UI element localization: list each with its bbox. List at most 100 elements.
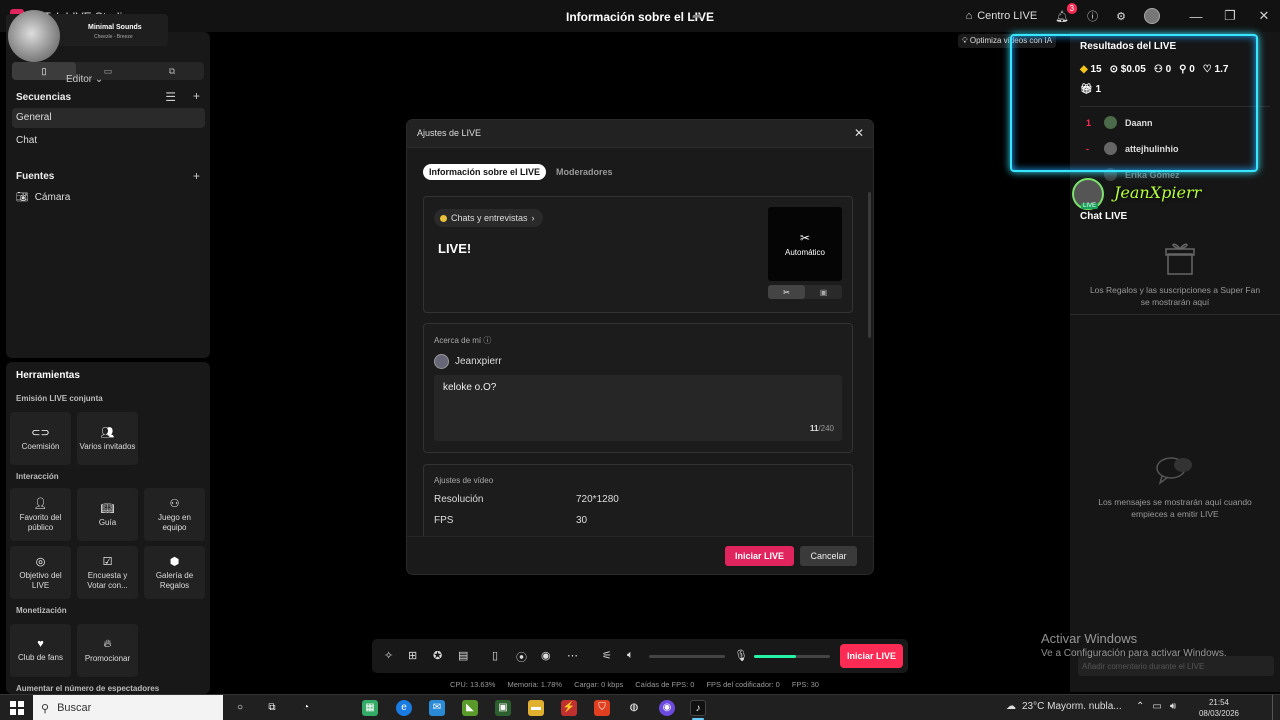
tool-guide[interactable]: 📖︎ Guía [77, 488, 138, 541]
game-app-icon[interactable]: ▣ [495, 700, 511, 716]
tool-multi-guest[interactable]: 👥︎ Varios invitados [77, 412, 138, 465]
nvidia-app-icon[interactable]: ◣ [462, 700, 478, 716]
close-icon[interactable]: ✕ [854, 126, 864, 140]
source-item-camera[interactable]: 📷︎ Cámara [16, 192, 70, 203]
fps-value[interactable]: 30 [576, 515, 587, 526]
ranking-row[interactable]: Erika Gómez [1086, 168, 1180, 181]
dialog-scrollbar[interactable] [868, 192, 871, 338]
maximize-button[interactable]: ❐ [1214, 8, 1246, 24]
tool-poll[interactable]: ☑ Encuesta y Votar con... [77, 546, 138, 599]
start-live-button[interactable]: Iniciar LIVE [840, 644, 903, 668]
category-icon [440, 214, 447, 222]
weather-widget[interactable]: ☁ 23°C Mayorm. nubla... [1006, 701, 1122, 712]
tab-live-info[interactable]: Información sobre el LIVE [423, 164, 547, 180]
add-source-button[interactable]: + [193, 169, 200, 183]
network-icon[interactable]: ▭ [1152, 701, 1161, 712]
bio-textarea[interactable]: keloke o.O? 11/240 [434, 375, 842, 441]
taskbar-search[interactable]: ⚲ Buscar [33, 695, 223, 720]
file-explorer-icon[interactable]: ▬ [528, 700, 544, 716]
ranking-row[interactable]: 1 Daann [1086, 116, 1153, 129]
ranking-row[interactable]: - attejhulinhio [1086, 142, 1179, 155]
target-icon: ◎ [35, 555, 46, 568]
sequence-item-chat[interactable]: Chat [12, 131, 205, 151]
centro-live-button[interactable]: ⌂ Centro LIVE [966, 10, 1038, 22]
auto-cover-button[interactable]: ✂ [768, 285, 805, 299]
sequence-item-general[interactable]: General [12, 108, 205, 128]
speedometer-app-icon[interactable]: ◔ [298, 700, 314, 716]
mail-app-icon[interactable]: ✉ [429, 700, 445, 716]
cover-thumbnail[interactable]: ✂ Automático [768, 207, 842, 281]
live-title-input[interactable]: LIVE! [438, 241, 471, 256]
minimize-button[interactable]: — [1180, 9, 1212, 24]
volume-icon[interactable]: 🔊︎ [1170, 701, 1176, 712]
group-increase-viewers: Aumentar el número de espectadores [16, 684, 160, 693]
title-bar: ♪ TikTok LIVE Studio Información sobre e… [0, 0, 1280, 32]
tool-live-goal[interactable]: ◎ Objetivo del LIVE [10, 546, 71, 599]
tool-label: Juego en equipo [158, 512, 191, 532]
edge-browser-icon[interactable]: e [396, 700, 412, 716]
store-app-icon[interactable]: ▦ [362, 700, 378, 716]
profile-button[interactable] [1144, 8, 1160, 24]
dialog-footer: Iniciar LIVE Cancelar [407, 536, 873, 574]
help-button[interactable]: ⓘ [1087, 8, 1098, 24]
brave-browser-icon[interactable]: ⛉ [594, 700, 610, 716]
thumbnail-mode-switch: ✂ ▣ [768, 285, 842, 299]
obs-app-icon[interactable]: ◍ [626, 700, 642, 716]
start-live-button[interactable]: Iniciar LIVE [724, 546, 794, 566]
mic-volume-slider[interactable] [754, 655, 830, 658]
avatar [434, 354, 449, 369]
speaker-icon[interactable]: 🔈︎ [627, 649, 634, 662]
music-title: Minimal Sounds [88, 24, 142, 31]
tool-team-game[interactable]: ⚇ Juego en equipo [144, 488, 205, 541]
flame-icon: 🔥︎ [103, 637, 112, 650]
notifications-button[interactable]: 🔔︎ 3 [1055, 2, 1078, 23]
share-icon[interactable]: ➦ [692, 9, 702, 23]
tab-moderators[interactable]: Moderadores [550, 164, 619, 180]
ai-optimize-hint[interactable]: 💡︎ Optimiza vídeos con IA [958, 34, 1057, 48]
cortana-icon[interactable]: ○ [232, 700, 248, 716]
settings-button[interactable]: ⚙ [1116, 10, 1126, 23]
phone-icon[interactable]: ▯ [492, 649, 498, 662]
tool-coemision[interactable]: ⊂⊃ Coemisión [10, 412, 71, 465]
cancel-button[interactable]: Cancelar [800, 546, 857, 566]
chat-app-icon[interactable]: ◉ [659, 700, 675, 716]
screen-icon[interactable]: ▤ [458, 649, 468, 662]
category-selector[interactable]: Chats y entrevistas › [434, 209, 543, 227]
team-icon: ⚇ [169, 497, 180, 510]
tool-label: Encuesta y Votar con... [87, 570, 128, 590]
windows-start-icon[interactable] [10, 701, 24, 715]
mixer-icon[interactable]: ⚟ [602, 649, 612, 662]
microphone-icon[interactable]: 🎙︎ [734, 649, 748, 662]
dialog-header: Ajustes de LIVE ✕ [407, 120, 873, 148]
chevron-up-icon[interactable]: ⌃ [1136, 701, 1144, 712]
tiktok-live-studio-taskbar-icon[interactable]: ♪ [690, 700, 706, 716]
record-icon[interactable]: ⦿ [516, 649, 527, 665]
comment-input[interactable]: Añadir comentario durante el LIVE [1078, 656, 1274, 676]
add-media-icon[interactable]: ⊞ [408, 649, 417, 662]
list-icon[interactable]: ☰ [165, 90, 176, 104]
dual-orientation-button[interactable]: ⧉ [140, 62, 204, 80]
task-view-icon[interactable]: ⧉ [264, 700, 280, 716]
close-window-button[interactable]: ✕ [1248, 8, 1280, 24]
video-settings-label: Ajustes de vídeo [434, 476, 494, 485]
effects-icon[interactable]: ✪ [433, 649, 442, 662]
add-sequence-button[interactable]: + [193, 89, 200, 103]
editor-dropdown[interactable]: Editor ⌄ [66, 74, 103, 85]
tool-fan-club[interactable]: ♥ Club de fans [10, 624, 71, 677]
more-icon[interactable]: ⋯ [567, 649, 578, 662]
camera-settings-icon[interactable]: ◉ [541, 649, 551, 662]
tool-favorite-audience[interactable]: 👤︎ Favorito del público [10, 488, 71, 541]
speaker-volume-slider[interactable] [649, 655, 725, 658]
live-info-card: Chats y entrevistas › LIVE! ✂ Automático… [423, 196, 853, 313]
diamond-icon: ◆ [1080, 64, 1088, 75]
tool-gift-gallery[interactable]: ⬢ Galería de Regalos [144, 546, 205, 599]
resolution-value[interactable]: 720*1280 [576, 494, 619, 505]
show-desktop-button[interactable] [1272, 695, 1276, 720]
chat-title: Chat LIVE [1080, 211, 1128, 222]
magic-wand-icon[interactable]: ✧ [384, 649, 393, 662]
app-icon[interactable]: ⚡ [561, 700, 577, 716]
upload-cover-button[interactable]: ▣ [805, 285, 842, 299]
system-clock[interactable]: 21:54 08/03/2026 [1198, 697, 1240, 719]
tool-promote[interactable]: 🔥︎ Promocionar [77, 624, 138, 677]
rank-number: - [1086, 143, 1089, 154]
